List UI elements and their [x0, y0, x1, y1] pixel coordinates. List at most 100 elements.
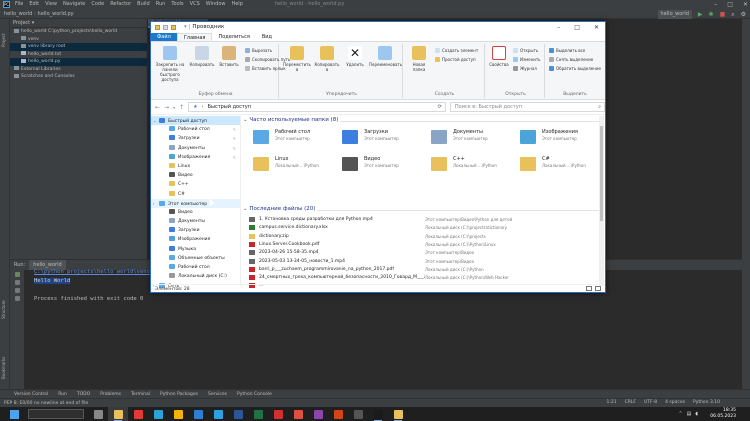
new-item-button[interactable]: Создать элемент [435, 47, 478, 54]
recent-locations-icon[interactable]: ▾ [173, 105, 175, 110]
taskbar-app[interactable] [308, 407, 328, 421]
nav-item[interactable]: Рабочий стол ✎ [151, 125, 240, 134]
select-all-button[interactable]: Выделить все [549, 47, 585, 54]
bookmarks-tool-label[interactable]: Bookmarks [1, 357, 6, 379]
tree-item[interactable]: Scratches and Consoles [10, 73, 147, 81]
menu-vcs[interactable]: VCS [190, 1, 200, 7]
project-tool-label[interactable]: Project [1, 33, 6, 47]
address-bar[interactable]: ★ › Быстрый доступ ⟳ [188, 102, 446, 112]
delete-button[interactable]: ✕ Удалить [343, 46, 367, 67]
nav-path[interactable]: hello_world [4, 11, 32, 17]
tool-tab[interactable]: Python Console [237, 390, 272, 398]
taskbar-app[interactable] [268, 407, 288, 421]
cut-button[interactable]: Вырезать [245, 47, 272, 54]
nav-item[interactable]: ⌄ Быстрый доступ [151, 116, 240, 126]
new-folder-button[interactable]: Новая папка [407, 46, 431, 72]
settings-icon[interactable]: ⚙ [741, 10, 746, 19]
back-icon[interactable]: ← [155, 104, 160, 111]
folder-tile[interactable]: Изображения Этот компьютер [518, 127, 600, 151]
folder-tile[interactable]: Рабочий стол Этот компьютер [251, 127, 333, 151]
menu-build[interactable]: Build [137, 1, 150, 7]
taskbar-app[interactable] [168, 407, 188, 421]
tree-item[interactable]: External Libraries [10, 66, 147, 74]
taskbar-app[interactable] [88, 407, 108, 421]
tree-item[interactable]: hello_world.py [10, 58, 147, 66]
close-icon[interactable]: ✕ [743, 0, 748, 9]
pin-quick-access-button[interactable]: Закрепить на панели быстрого доступа [153, 46, 187, 82]
properties-quick-icon[interactable] [163, 25, 168, 30]
tool-tab[interactable]: Run [58, 390, 67, 398]
project-panel-title[interactable]: Project [13, 20, 30, 26]
rerun-icon[interactable] [14, 272, 20, 277]
taskbar-search-input[interactable] [28, 409, 84, 419]
folder-tile[interactable]: Видео Этот компьютер [340, 154, 422, 178]
menu-window[interactable]: Window [206, 1, 226, 7]
folder-tile[interactable]: Загрузки Этот компьютер [340, 127, 422, 151]
tree-item[interactable]: venv [10, 36, 147, 44]
chevron-up-icon[interactable]: ⌃ [678, 411, 682, 417]
tab-home[interactable]: Главная [176, 33, 213, 41]
folder-tile[interactable]: Документы Этот компьютер [429, 127, 511, 151]
recent-file-row[interactable]: 2023-05-03 13-34-05_новости_1.mp4 Этот ко… [249, 258, 589, 266]
nav-item[interactable]: Linux [151, 162, 240, 171]
tree-item[interactable]: venv library root [10, 43, 147, 51]
recent-file-row[interactable]: barri_p___zuchaem_programmirovanie_na_py… [249, 266, 589, 274]
print-icon[interactable] [14, 296, 20, 301]
refresh-icon[interactable]: ⟳ [438, 103, 442, 111]
menu-navigate[interactable]: Navigate [63, 1, 85, 7]
recent-file-row[interactable]: campus.service.dictionary.xlsx Локальный … [249, 224, 589, 232]
minimize-icon[interactable]: – [714, 0, 717, 9]
nav-item[interactable]: С# [151, 190, 240, 199]
taskbar-app[interactable] [368, 407, 388, 421]
nav-item[interactable]: Видео [151, 208, 240, 217]
network-icon[interactable]: ▤ [687, 411, 692, 417]
copy-to-button[interactable]: Копировать в [313, 46, 341, 72]
nav-item[interactable]: С++ [151, 180, 240, 189]
maximize-icon[interactable]: □ [574, 22, 580, 33]
tab-file[interactable]: Файл [151, 33, 177, 41]
taskbar-app[interactable] [108, 407, 128, 421]
nav-item[interactable]: Загрузки ✎ [151, 134, 240, 143]
search-input[interactable]: Поиск в: Быстрый доступ ⌕ [449, 102, 605, 112]
tool-tab[interactable]: TODO [77, 390, 90, 398]
close-icon[interactable]: ✕ [594, 22, 599, 33]
nav-item[interactable]: › Этот компьютер [151, 198, 240, 208]
folder-tile[interactable]: С++ Локальный ...\Python [429, 154, 511, 178]
new-folder-quick-icon[interactable] [171, 25, 176, 30]
move-to-button[interactable]: Переместить в [283, 46, 311, 72]
nav-item[interactable]: Документы ✎ [151, 144, 240, 153]
recent-file-row[interactable]: 24_смертных_греха_компьютерной_безопасно… [249, 274, 589, 282]
tool-tab[interactable]: Version Control [14, 390, 48, 398]
recent-files-header[interactable]: ⌄ Последние файлы (20) [243, 205, 599, 214]
invert-selection-button[interactable]: Обратить выделение [549, 65, 601, 72]
tiles-view-icon[interactable] [595, 286, 601, 291]
stop-icon[interactable]: ■ [720, 10, 726, 19]
minimize-icon[interactable]: – [557, 22, 560, 33]
up-icon[interactable]: ↑ [179, 104, 184, 111]
content-scrollbar[interactable] [599, 116, 604, 286]
frequent-folders-header[interactable]: ⌄ Часто используемые папки (8) [243, 116, 599, 125]
nav-item[interactable]: Изображения [151, 235, 240, 244]
nav-item[interactable]: Локальный диск (C:) [151, 272, 240, 281]
taskbar-app[interactable] [288, 407, 308, 421]
scrollbar-thumb[interactable] [600, 126, 603, 221]
status-item[interactable]: 1:21 [606, 398, 616, 407]
forward-icon[interactable]: → [164, 104, 169, 111]
scroll-end-icon[interactable] [14, 288, 20, 293]
tree-item[interactable]: hello_world.txt [10, 51, 147, 59]
paste-shortcut-button[interactable]: Вставить ярлык [245, 65, 286, 72]
taskbar-app[interactable] [208, 407, 228, 421]
nav-item[interactable]: Документы [151, 217, 240, 226]
recent-file-row[interactable]: dictionary.zip Локальный диск (C:)\projec… [249, 233, 589, 241]
tab-share[interactable]: Поделиться [212, 33, 255, 41]
run-config-select[interactable]: hello_world [657, 10, 692, 19]
menu-file[interactable]: File [15, 1, 23, 7]
history-button[interactable]: Журнал [513, 65, 537, 72]
taskbar-app[interactable] [148, 407, 168, 421]
tool-tab[interactable]: Python Packages [160, 390, 198, 398]
nav-item[interactable]: Музыка [151, 245, 240, 254]
folder-tile[interactable]: С# Локальный ...\Python [518, 154, 600, 178]
tool-tab[interactable]: Problems [100, 390, 121, 398]
taskbar-app[interactable] [348, 407, 368, 421]
tool-tab[interactable]: Terminal [131, 390, 150, 398]
